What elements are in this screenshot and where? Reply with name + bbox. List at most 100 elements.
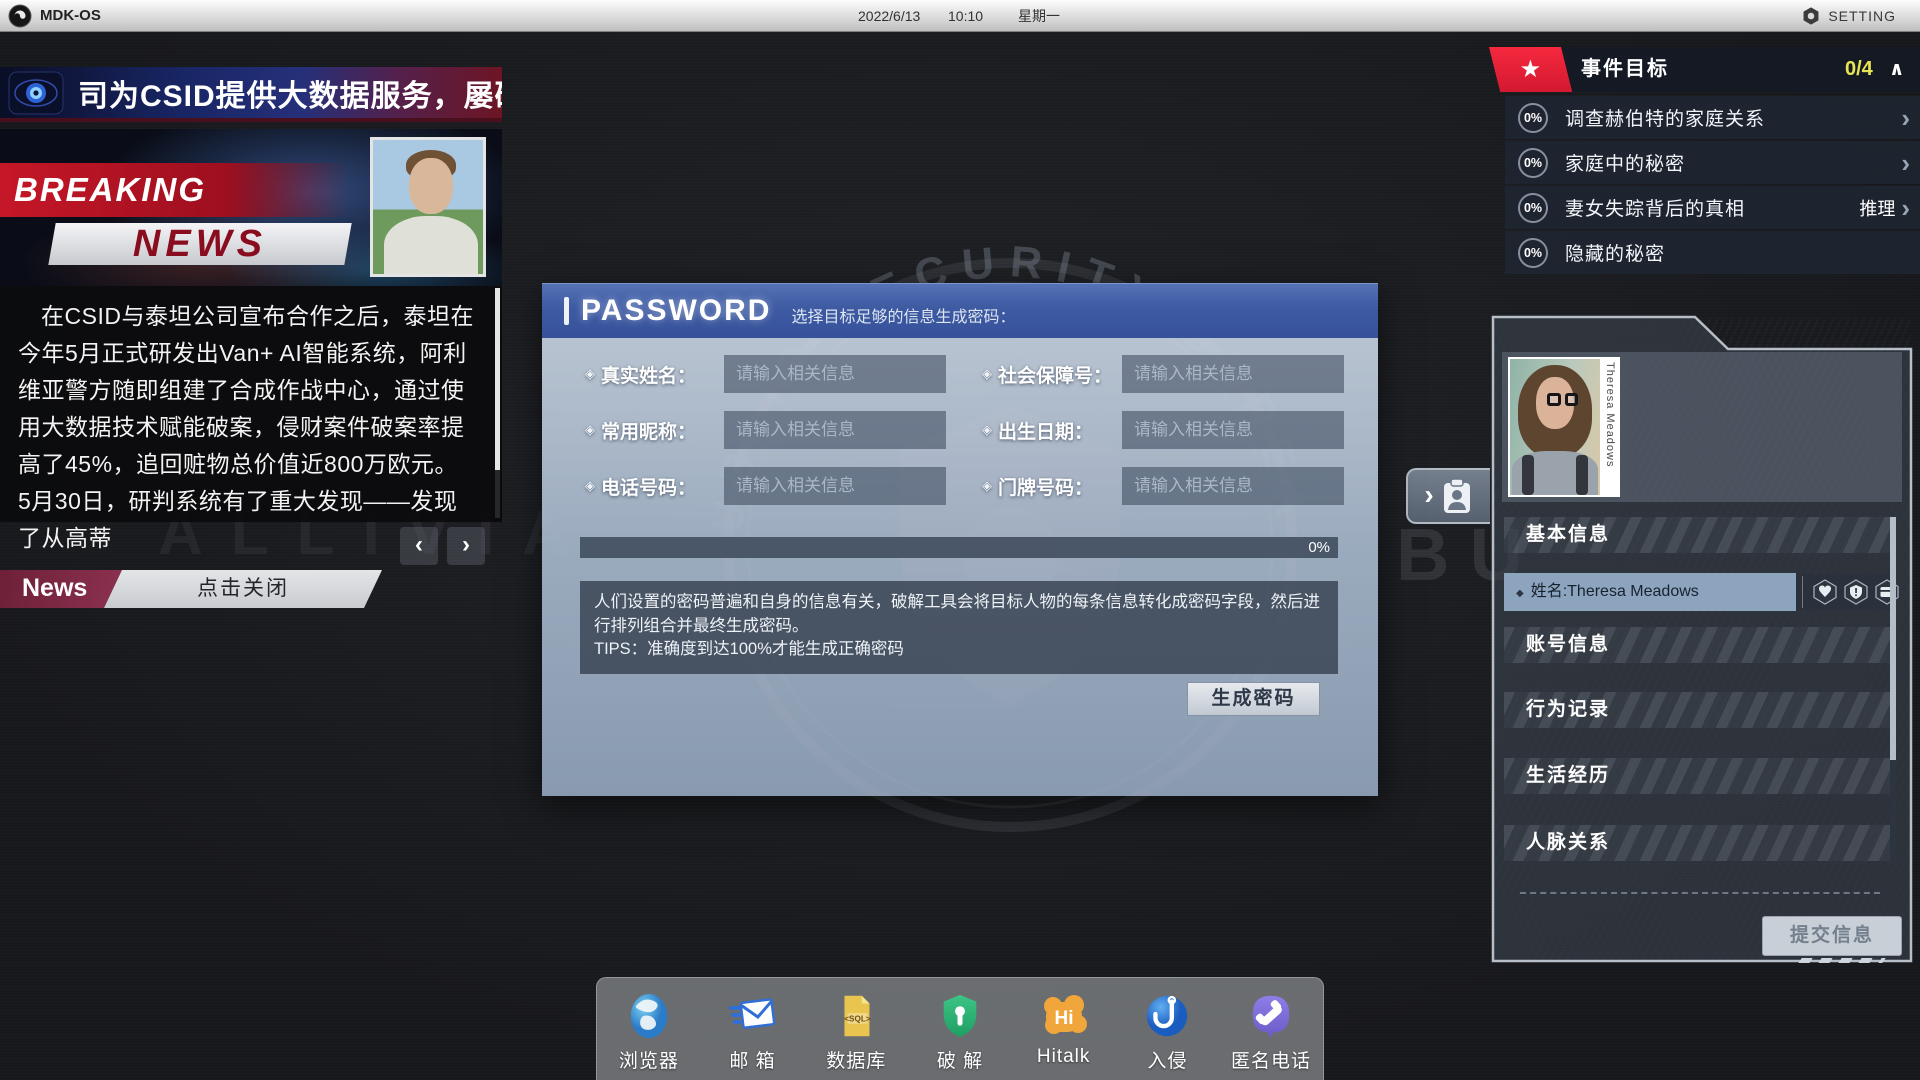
anchor-portrait bbox=[370, 137, 486, 277]
news-tag-label: News bbox=[0, 570, 122, 608]
next-page-button[interactable]: › bbox=[447, 527, 485, 565]
news-scrollbar[interactable] bbox=[495, 288, 500, 518]
portrait-face bbox=[409, 158, 453, 214]
news-widget: 司为CSID提供大数据服务，屡破案 BREAKING NEWS 在CSID与泰坦… bbox=[0, 67, 502, 522]
section-life-experience[interactable]: 生活经历 bbox=[1504, 758, 1892, 794]
section-account-info[interactable]: 账号信息 bbox=[1504, 627, 1892, 663]
hex-card-icon[interactable] bbox=[1874, 579, 1900, 605]
backpack-strap bbox=[1576, 455, 1588, 495]
objectives-star-tab: ★ bbox=[1489, 47, 1572, 92]
phone-input[interactable] bbox=[724, 467, 946, 505]
profile-scrollbar[interactable] bbox=[1890, 517, 1896, 862]
svg-text:Hi: Hi bbox=[1054, 1008, 1073, 1029]
birthdate-label: ◈ 出生日期： bbox=[982, 411, 1093, 449]
generate-password-button[interactable]: 生成密码 bbox=[1187, 682, 1320, 716]
dock-app-crack[interactable]: 破 解 bbox=[912, 990, 1008, 1073]
dock-app-anonymous-call[interactable]: 匿名电话 bbox=[1223, 990, 1319, 1073]
intrude-hook-icon bbox=[1142, 990, 1192, 1042]
objective-item[interactable]: 0% 调查赫伯特的家庭关系 › bbox=[1505, 96, 1920, 139]
news-ticker: 司为CSID提供大数据服务，屡破案 bbox=[0, 67, 502, 122]
phone-label: ◈ 电话号码： bbox=[585, 467, 696, 505]
hex-heart-icon[interactable] bbox=[1812, 579, 1838, 605]
chevron-right-icon: › bbox=[1901, 195, 1910, 221]
gear-icon bbox=[1801, 6, 1821, 26]
prev-page-button[interactable]: ‹ bbox=[400, 527, 438, 565]
objective-item[interactable]: 0% 家庭中的秘密 › bbox=[1505, 141, 1920, 184]
anonymous-call-icon bbox=[1246, 990, 1296, 1042]
objective-item[interactable]: 0% 妻女失踪背后的真相 推理 › bbox=[1505, 186, 1920, 229]
info-action-icons bbox=[1812, 579, 1900, 605]
desktop: ALLIVIA BU PUBLIC SECURITY BUREAU MDK-OS… bbox=[0, 0, 1920, 1080]
real-name-input[interactable] bbox=[724, 355, 946, 393]
news-ticker-headline: 司为CSID提供大数据服务，屡破案 bbox=[78, 71, 502, 115]
hex-shield-icon[interactable] bbox=[1843, 579, 1869, 605]
diamond-bullet-icon: ◈ bbox=[585, 366, 595, 382]
svg-text:<SQL>: <SQL> bbox=[845, 1014, 872, 1023]
divider bbox=[1802, 576, 1803, 608]
dock-app-mail[interactable]: 邮 箱 bbox=[705, 990, 801, 1073]
objective-item[interactable]: 0% 隐藏的秘密 › bbox=[1505, 231, 1920, 274]
description-text: 人们设置的密码普遍和自身的信息有关，破解工具会将目标人物的每条信息转化成密码字段… bbox=[594, 591, 1324, 638]
profile-name-row[interactable]: ◆姓名:Theresa Meadows bbox=[1504, 573, 1892, 611]
objective-percent-badge: 0% bbox=[1518, 193, 1548, 223]
password-tool-description: 人们设置的密码普遍和自身的信息有关，破解工具会将目标人物的每条信息转化成密码字段… bbox=[580, 581, 1338, 674]
real-name-label: ◈ 真实姓名： bbox=[585, 355, 696, 393]
sql-database-icon: <SQL> bbox=[831, 990, 881, 1042]
browser-globe-icon bbox=[624, 990, 674, 1042]
dialog-title: PASSWORD bbox=[581, 294, 771, 328]
dialog-subtitle: 选择目标足够的信息生成密码： bbox=[791, 303, 1015, 327]
title-accent-bar bbox=[564, 297, 569, 325]
house-number-input[interactable] bbox=[1122, 467, 1344, 505]
system-weekday: 星期一 bbox=[1018, 6, 1060, 26]
section-basic-info[interactable]: 基本信息 bbox=[1504, 517, 1892, 553]
portrait-glasses bbox=[1534, 393, 1578, 406]
profile-panel: Theresa Meadows 基本信息 ◆姓名:Theresa Meadows bbox=[1490, 312, 1914, 964]
ssn-input[interactable] bbox=[1122, 355, 1344, 393]
corner-decoration bbox=[1798, 958, 1886, 963]
hitalk-icon: Hi bbox=[1038, 990, 1090, 1042]
close-news-button[interactable]: 点击关闭 bbox=[104, 570, 382, 608]
profile-panel-handle[interactable]: › bbox=[1406, 468, 1490, 524]
settings-button[interactable]: SETTING bbox=[1801, 0, 1896, 32]
diamond-bullet-icon: ◈ bbox=[585, 478, 595, 494]
news-band: NEWS bbox=[48, 223, 351, 265]
house-number-label: ◈ 门牌号码： bbox=[982, 467, 1093, 505]
password-dialog-header: PASSWORD 选择目标足够的信息生成密码： bbox=[542, 283, 1378, 338]
submit-info-button[interactable]: 提交信息 bbox=[1762, 916, 1902, 956]
accuracy-progress-bar: 0% bbox=[580, 537, 1338, 558]
nickname-input[interactable] bbox=[724, 411, 946, 449]
expand-chevron-icon: › bbox=[1424, 481, 1433, 509]
portrait-shirt bbox=[384, 216, 478, 277]
system-date: 2022/6/13 bbox=[858, 8, 920, 24]
system-top-bar: MDK-OS 2022/6/13 10:10 星期一 SETTING bbox=[0, 0, 1920, 32]
theresa-portrait bbox=[1510, 359, 1600, 495]
objective-percent-badge: 0% bbox=[1518, 103, 1548, 133]
birthdate-input[interactable] bbox=[1122, 411, 1344, 449]
news-word: NEWS bbox=[133, 223, 267, 266]
star-icon: ★ bbox=[1520, 55, 1542, 84]
deduce-link[interactable]: 推理 bbox=[1859, 195, 1895, 221]
chevron-right-icon: › bbox=[1901, 150, 1910, 176]
news-paragraph: 在CSID与泰坦公司宣布合作之后，泰坦在今年5月正式研发出Van+ AI智能系统… bbox=[18, 298, 480, 483]
profile-scrollbar-thumb[interactable] bbox=[1890, 517, 1896, 760]
section-connections[interactable]: 人脉关系 bbox=[1504, 825, 1892, 861]
collapse-objectives-icon[interactable]: ∧ bbox=[1889, 47, 1904, 92]
section-behavior-records[interactable]: 行为记录 bbox=[1504, 692, 1892, 728]
dock-app-hitalk[interactable]: Hi Hitalk bbox=[1016, 990, 1112, 1068]
news-scrollbar-thumb[interactable] bbox=[495, 288, 500, 470]
profile-photo: Theresa Meadows bbox=[1508, 357, 1620, 497]
objective-percent-badge: 0% bbox=[1518, 238, 1548, 268]
chevron-right-icon: › bbox=[1901, 105, 1910, 131]
news-eye-icon bbox=[8, 71, 64, 115]
portrait-name-caption: Theresa Meadows bbox=[1600, 359, 1616, 495]
dock-app-browser[interactable]: 浏览器 bbox=[601, 990, 697, 1073]
breaking-band: BREAKING bbox=[0, 163, 350, 217]
mail-icon bbox=[727, 990, 779, 1042]
objectives-panel: ★ 事件目标 0/4 ∧ 0% 调查赫伯特的家庭关系 › 0% 家庭中的秘密 ›… bbox=[1489, 47, 1920, 279]
settings-label: SETTING bbox=[1828, 8, 1896, 24]
dock-app-intrude[interactable]: 入侵 bbox=[1119, 990, 1215, 1073]
profile-photo-card: Theresa Meadows bbox=[1502, 352, 1902, 502]
app-dock: 浏览器 邮 箱 <SQL> 数据库 bbox=[596, 977, 1324, 1080]
system-time: 10:10 bbox=[948, 8, 983, 24]
dock-app-database[interactable]: <SQL> 数据库 bbox=[808, 990, 904, 1073]
